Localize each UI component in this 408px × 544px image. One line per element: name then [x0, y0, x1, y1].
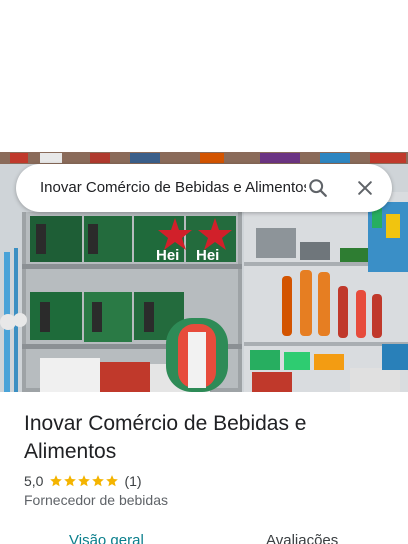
rating-row[interactable]: 5,0 (1) [24, 472, 142, 490]
close-icon [358, 181, 372, 195]
place-title: Inovar Comércio de Bebidas e Alimentos [24, 412, 307, 463]
rating-value: 5,0 [24, 473, 44, 489]
clear-search-button[interactable] [349, 172, 381, 204]
star-icon [78, 475, 91, 487]
search-bar[interactable]: Inovar Comércio de Bebidas e Alimentos [16, 164, 392, 212]
svg-text:Hei: Hei [196, 247, 219, 264]
search-icon [309, 179, 327, 197]
can-brand-text: Hei [156, 247, 179, 264]
tab-reviews[interactable]: Avaliações [266, 532, 338, 544]
search-input[interactable]: Inovar Comércio de Bebidas e Alimentos [40, 164, 306, 212]
place-tabs: Visão geral Avaliações [0, 528, 408, 544]
map-blank-area [0, 0, 408, 152]
rating-count[interactable]: (1) [124, 473, 141, 489]
place-category[interactable]: Fornecedor de bebidas [24, 492, 168, 508]
tab-overview[interactable]: Visão geral [69, 532, 144, 544]
star-icon [64, 475, 77, 487]
rating-stars [49, 474, 119, 488]
star-icon [92, 475, 105, 487]
star-icon [50, 475, 63, 487]
search-button[interactable] [302, 172, 334, 204]
star-icon [106, 475, 119, 487]
